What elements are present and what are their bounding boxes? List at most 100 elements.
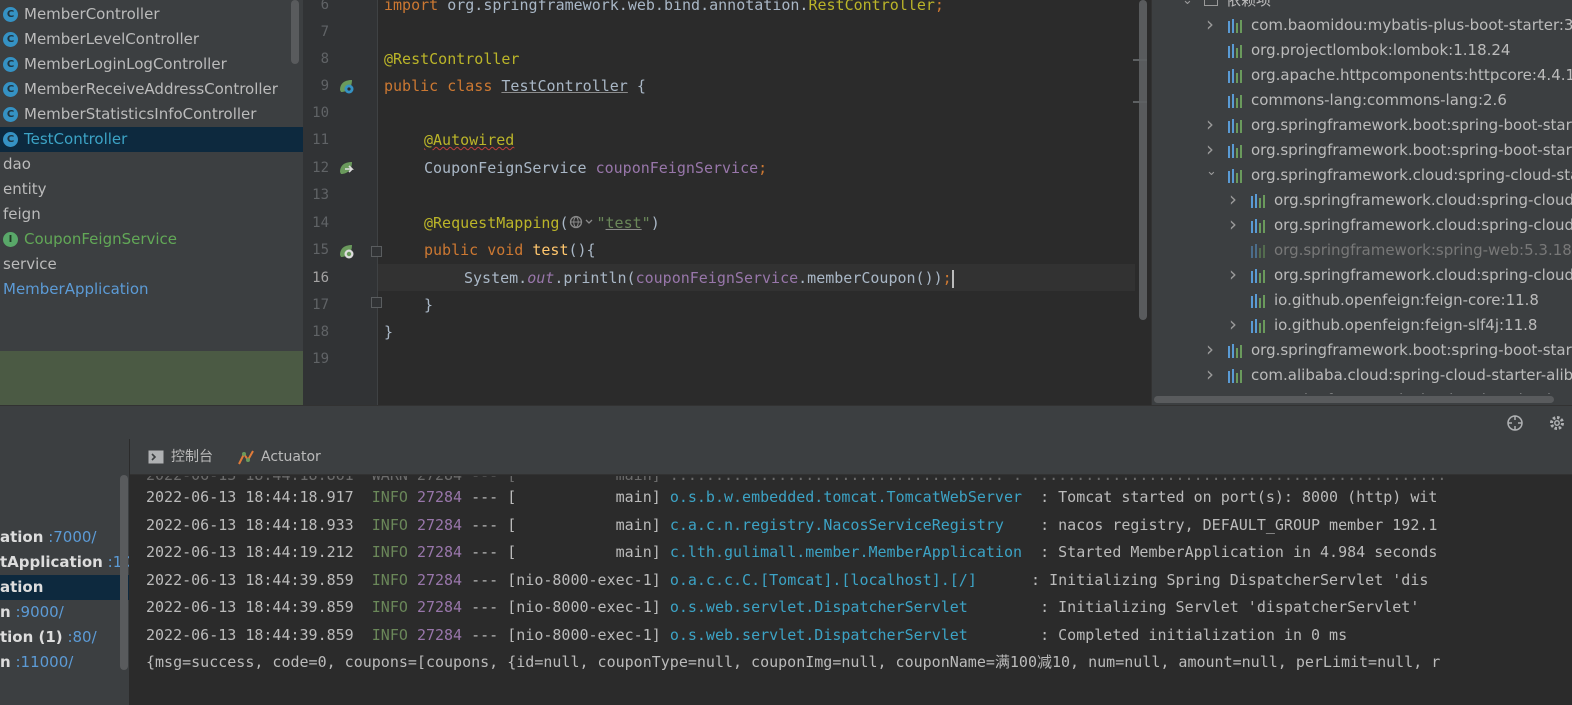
log-sep: ---	[462, 488, 508, 506]
autowired-icon[interactable]	[338, 160, 354, 176]
service-name: ation	[0, 578, 44, 596]
line-number: 15	[312, 242, 329, 258]
tree-item-testcontroller[interactable]: C TestController	[0, 127, 303, 152]
tree-item-memberstatisticsinfocontroller[interactable]: C MemberStatisticsInfoController	[0, 102, 303, 127]
dependency-item[interactable]: › org.springframework.boot:spring-boot-st…	[1152, 113, 1572, 138]
tree-item-dao[interactable]: dao	[0, 152, 303, 177]
service-item[interactable]: n :9000/	[0, 600, 129, 625]
dependency-label: commons-lang:commons-lang:2.6	[1251, 91, 1507, 109]
log-logger: o.s.web.servlet.DispatcherServlet	[669, 598, 1032, 616]
log-thread: [ main]	[507, 488, 661, 506]
log-sep: ---	[462, 625, 508, 644]
dependency-item[interactable]: › com.alibaba.cloud:spring-cloud-starter-…	[1152, 363, 1572, 388]
code-line-16: System.out.println(couponFeignService.me…	[464, 265, 954, 292]
code-token: ;	[934, 0, 944, 14]
dependency-item[interactable]: org.springframework:spring-web:5.3.18 (	[1152, 238, 1572, 263]
tab-actuator[interactable]: Actuator	[237, 439, 321, 475]
project-scrollbar[interactable]	[291, 0, 299, 64]
library-icon	[1228, 94, 1246, 108]
tree-item-memberreceiveaddresscontroller[interactable]: C MemberReceiveAddressController	[0, 77, 303, 102]
dependency-item[interactable]: › io.github.openfeign:feign-slf4j:11.8	[1152, 313, 1572, 338]
service-item[interactable]: tion (1) :80/	[0, 625, 129, 650]
fold-marker[interactable]	[371, 246, 382, 257]
dependency-item[interactable]: ⌄ org.springframework.cloud:spring-cloud-…	[1152, 163, 1572, 188]
chevron-down-icon[interactable]: ⌄	[1206, 163, 1218, 181]
log-thread: [nio-8000-exec-1]	[507, 598, 661, 616]
log-msg: : nacos registry, DEFAULT_GROUP member 1…	[1031, 515, 1438, 534]
tab-label: Actuator	[261, 449, 321, 465]
tree-item-service[interactable]: service	[0, 252, 303, 277]
dependencies-hscrollbar[interactable]	[1152, 394, 1572, 405]
gear-icon[interactable]	[1548, 414, 1566, 432]
dependency-item[interactable]: › com.baomidou:mybatis-plus-boot-starter:…	[1152, 13, 1572, 38]
log-msg: : Initializing Spring DispatcherServlet …	[1022, 570, 1429, 589]
target-icon[interactable]	[1506, 414, 1524, 432]
chevron-right-icon[interactable]: ›	[1229, 213, 1241, 236]
services-list: ation :7000/ tApplication :1000 ation n …	[0, 475, 130, 705]
line-number: 9	[320, 78, 329, 94]
dependency-item[interactable]: › org.springframework.boot:spring-boot-st…	[1152, 338, 1572, 363]
tree-item-entity[interactable]: entity	[0, 177, 303, 202]
service-port: :7000/	[48, 528, 97, 546]
dependency-item[interactable]: org.apache.httpcomponents:httpcore:4.4.1…	[1152, 63, 1572, 88]
tree-item-memberloginlogcontroller[interactable]: C MemberLoginLogController	[0, 52, 303, 77]
dependency-label: org.springframework.boot:spring-boot-sta…	[1251, 141, 1572, 159]
scroll-marker	[1133, 59, 1147, 61]
line-number: 19	[312, 351, 329, 367]
service-name: tApplication	[0, 553, 103, 571]
line-number: 12	[312, 160, 329, 176]
dependency-item[interactable]: › org.springframework.cloud:spring-cloud	[1152, 188, 1572, 213]
chevron-right-icon[interactable]: ›	[1229, 188, 1241, 211]
dependency-item[interactable]: › org.springframework.boot:spring-boot-st…	[1152, 138, 1572, 163]
dependency-item[interactable]: commons-lang:commons-lang:2.6	[1152, 88, 1572, 113]
library-icon	[1228, 69, 1246, 83]
tree-item-feign[interactable]: feign	[0, 202, 303, 227]
code-line-14: @RequestMapping("test")	[424, 210, 660, 237]
service-item[interactable]: n :11000/	[0, 650, 129, 675]
services-scrollbar[interactable]	[120, 475, 128, 670]
fold-marker[interactable]	[371, 297, 382, 308]
service-name: tion (1)	[0, 628, 63, 646]
dependency-item[interactable]: › org.springframework.cloud:spring-cloud	[1152, 213, 1572, 238]
dependency-item[interactable]: org.projectlombok:lombok:1.18.24	[1152, 38, 1572, 63]
chevron-right-icon[interactable]: ›	[1206, 113, 1218, 136]
log-thread: [ main]	[507, 543, 661, 561]
chevron-right-icon[interactable]: ›	[1206, 363, 1218, 386]
dependency-item[interactable]: io.github.openfeign:feign-core:11.8	[1152, 288, 1572, 313]
line-number: 14	[312, 215, 329, 231]
service-port: :80/	[67, 628, 97, 646]
tree-item-memberapplication[interactable]: MemberApplication	[0, 277, 303, 302]
services-toolbar	[0, 439, 130, 475]
code-token: @RequestMapping	[424, 214, 560, 232]
dependency-label: org.springframework.cloud:spring-cloud	[1274, 216, 1572, 234]
log-pid: 27284	[416, 625, 463, 644]
code-token: "	[641, 214, 651, 232]
log-ts: 2022-06-13 18:44:39.859	[146, 598, 354, 616]
tool-tab-bar: 控制台 Actuator	[0, 439, 1572, 475]
class-icon: C	[3, 57, 18, 72]
text-caret	[951, 269, 954, 288]
service-item[interactable]: ation :7000/	[0, 525, 129, 550]
dependency-item[interactable]: › org.springframework.cloud:spring-cloud	[1152, 263, 1572, 288]
request-mapping-icon[interactable]	[338, 243, 354, 259]
chevron-right-icon[interactable]: ›	[1229, 313, 1241, 336]
console-output[interactable]: 2022-06-13 18:44:18.861 WARN 27284 --- […	[131, 476, 1572, 705]
chevron-right-icon[interactable]: ›	[1206, 138, 1218, 161]
tab-console[interactable]: 控制台	[148, 439, 213, 475]
spring-bean-icon[interactable]	[338, 78, 354, 94]
scrollbar-thumb[interactable]	[1154, 396, 1554, 403]
url-globe-icon[interactable]	[569, 215, 597, 229]
log-pid: 27284	[416, 570, 463, 589]
editor-scrollbar[interactable]	[1139, 0, 1147, 320]
chevron-right-icon[interactable]: ›	[1206, 13, 1218, 36]
tree-item-membercontroller[interactable]: C MemberController	[0, 2, 303, 27]
chevron-right-icon[interactable]: ›	[1229, 263, 1241, 286]
service-item[interactable]: tApplication :1000	[0, 550, 129, 575]
service-item-selected[interactable]: ation	[0, 575, 129, 600]
line-number: 11	[312, 132, 329, 148]
log-level: INFO	[371, 570, 408, 589]
chevron-right-icon[interactable]: ›	[1206, 338, 1218, 361]
tree-item-couponfeignservice[interactable]: I CouponFeignService	[0, 227, 303, 252]
tree-item-memberlevelcontroller[interactable]: C MemberLevelController	[0, 27, 303, 52]
code-editor[interactable]: 6 7 8 9 10 11 12 13 14 15 16 17 18 19 im…	[303, 0, 1149, 405]
